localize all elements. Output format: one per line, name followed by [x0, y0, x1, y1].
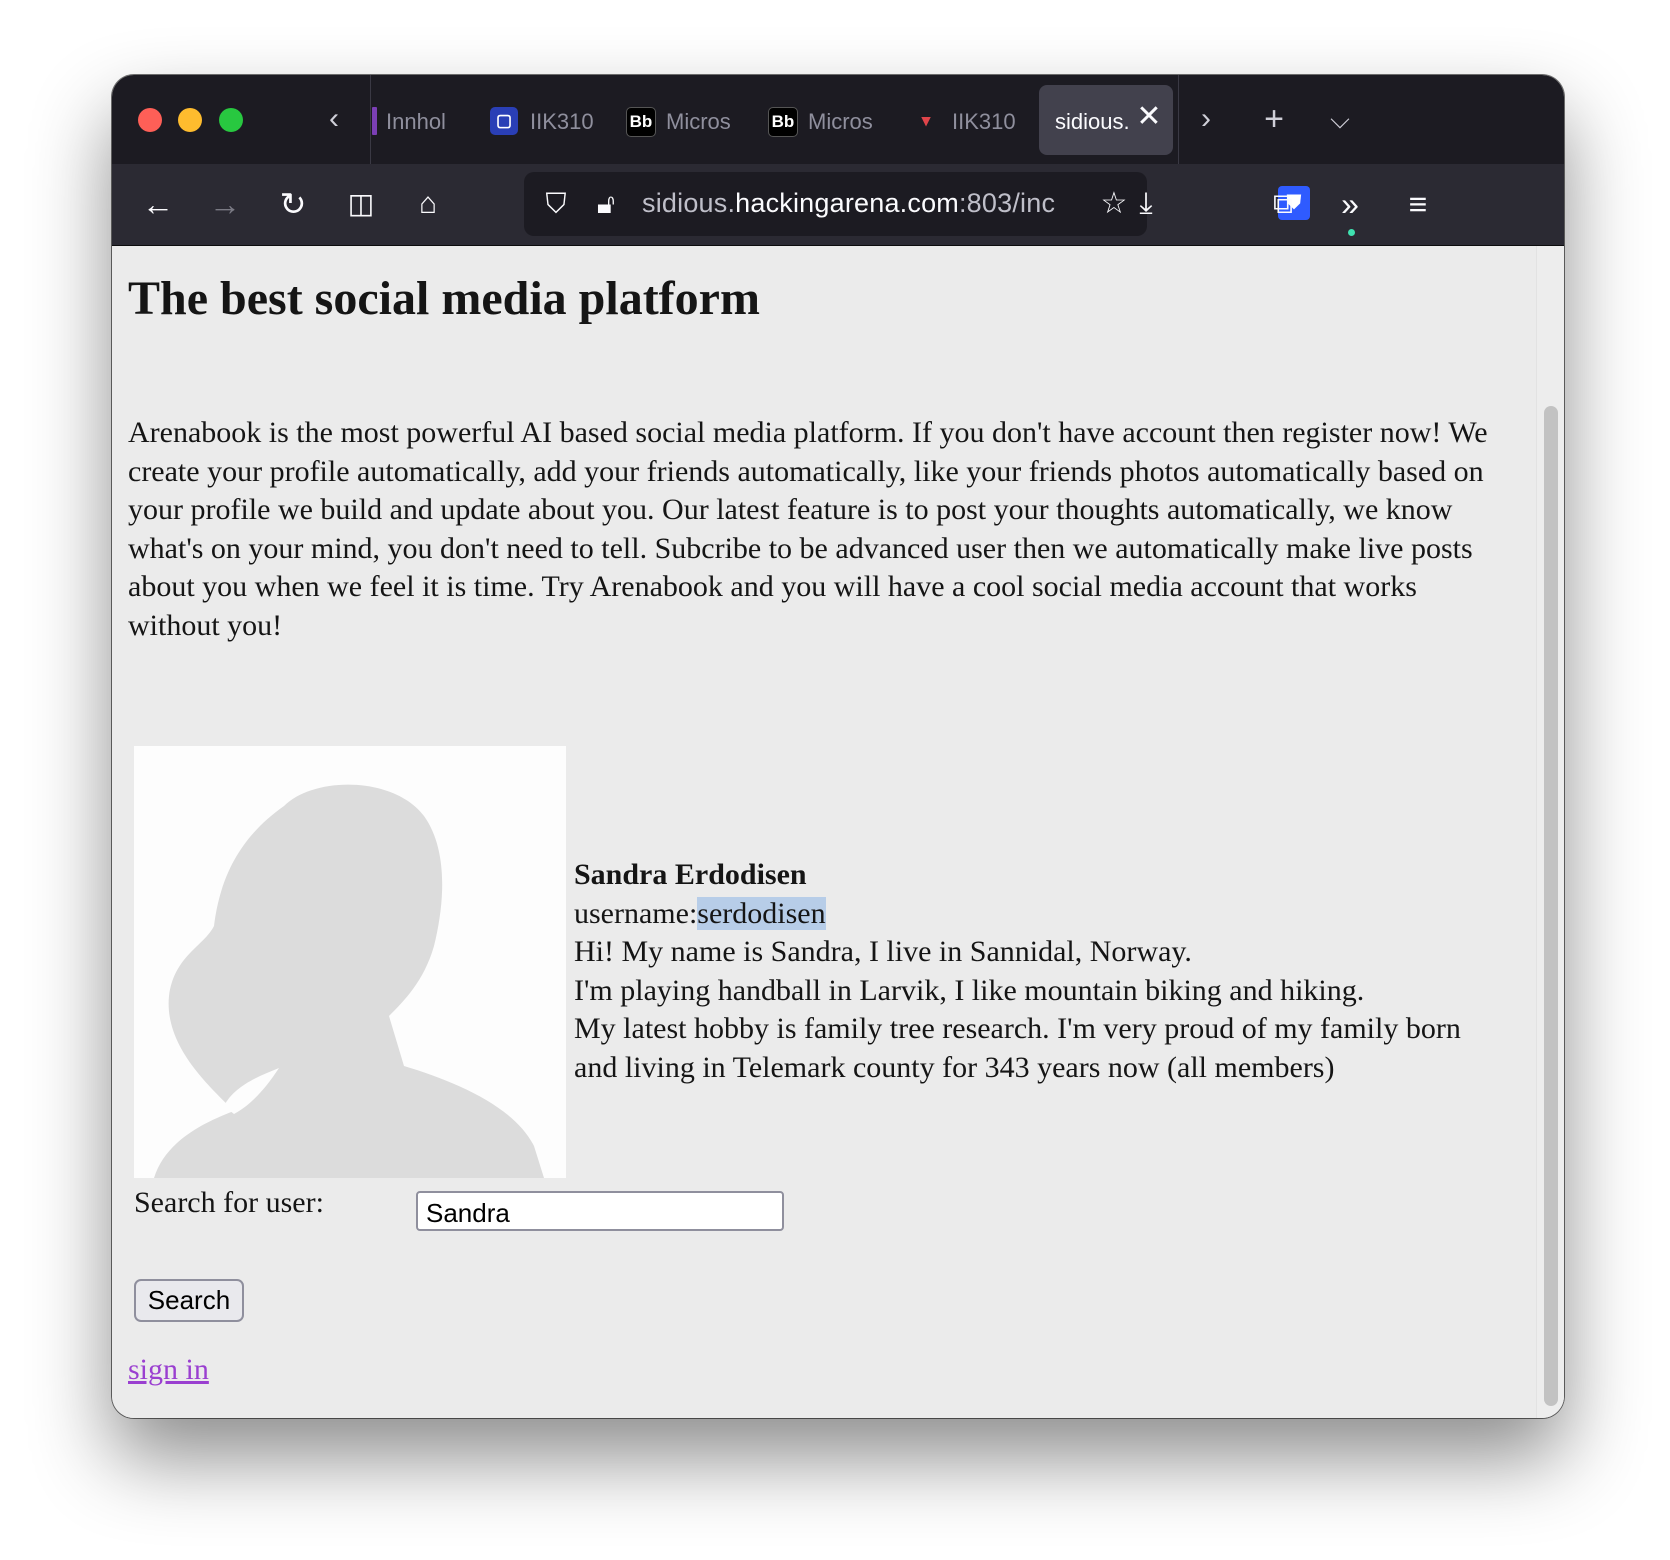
tab-5[interactable]: ▾ IIK310	[908, 85, 1038, 155]
url-text[interactable]: sidious.hackingarena.com:803/inc	[642, 188, 1082, 219]
purple-bar-icon	[372, 107, 377, 135]
tab-1-title: Innhol	[386, 109, 446, 134]
username-value[interactable]: serdodisen	[697, 896, 826, 930]
profile-details: Sandra Erdodisen username:serdodisen Hi!…	[574, 856, 1494, 1087]
intro-paragraph: Arenabook is the most powerful AI based …	[128, 416, 1488, 642]
tab-2-title: IIK310	[530, 109, 594, 134]
tab-5-title: IIK310	[952, 109, 1016, 134]
tab-active-title: sidious.	[1055, 109, 1130, 134]
downloads-icon[interactable]: ⤓	[1122, 180, 1170, 228]
tab-4[interactable]: Bb Micros	[764, 85, 896, 155]
extension-status-dot	[1348, 229, 1355, 236]
reader-view-icon[interactable]: ◫	[337, 180, 385, 228]
search-input[interactable]: Sandra	[416, 1191, 784, 1231]
overflow-chevrons-icon[interactable]: »	[1326, 180, 1374, 228]
sign-in-link[interactable]: sign in	[128, 1353, 209, 1387]
person-silhouette-icon	[154, 784, 544, 1178]
tab-divider	[1178, 75, 1179, 164]
back-arrow-icon[interactable]: ←	[134, 180, 182, 228]
bb-icon: Bb	[626, 107, 656, 137]
close-tab-icon[interactable]: ✕	[1135, 101, 1163, 133]
address-bar[interactable]: ⛉ 🔓︎ sidious.hackingarena.com:803/inc ☆	[524, 172, 1147, 236]
list-tabs-chevron-down-icon[interactable]: ⌵	[1318, 95, 1362, 143]
bio-line: Hi! My name is Sandra, I live in Sannida…	[574, 935, 1192, 968]
blue-square-icon: ▢	[490, 107, 518, 135]
scrollbar-thumb[interactable]	[1544, 406, 1558, 1406]
insecure-lock-icon[interactable]: 🔓︎	[586, 184, 626, 224]
tab-2[interactable]: ▢ IIK310	[484, 85, 614, 155]
username-label: username:	[574, 896, 698, 930]
new-tab-icon[interactable]: +	[1252, 95, 1296, 143]
tab-3[interactable]: Bb Micros	[622, 85, 754, 155]
forward-arrow-icon[interactable]: →	[201, 180, 249, 228]
search-button[interactable]: Search	[134, 1279, 244, 1322]
url-domain: hackingarena.com	[735, 188, 959, 218]
extensions-puzzle-icon[interactable]: ⧉	[1259, 180, 1307, 228]
tab-1[interactable]: Innhol	[370, 85, 470, 155]
hamburger-menu-icon[interactable]: ≡	[1394, 180, 1442, 228]
home-icon[interactable]: ⌂	[404, 180, 452, 228]
tab-active[interactable]: sidious. ✕	[1039, 85, 1173, 155]
scroll-tabs-left-icon[interactable]: ‹	[314, 97, 354, 141]
navigation-toolbar: ← → ↻ ◫ ⌂ ⛉ 🔓︎ sidious.hackingarena.com:…	[112, 164, 1564, 246]
tab-3-title: Micros	[666, 109, 731, 134]
profile-username-row: username:serdodisen	[574, 895, 1494, 934]
page-title: The best social media platform	[128, 272, 760, 325]
scroll-tabs-right-icon[interactable]: ›	[1186, 97, 1226, 141]
bio-line: My latest hobby is family tree research.…	[574, 1012, 1461, 1084]
url-subdomain: sidious.	[642, 188, 736, 218]
tab-4-title: Micros	[808, 109, 873, 134]
close-window-button[interactable]	[138, 108, 162, 132]
search-label: Search for user:	[134, 1186, 324, 1219]
tab-strip: ‹ Innhol ▢ IIK310 Bb Micros Bb Micros ▾ …	[112, 75, 1564, 164]
shield-icon[interactable]: ⛉	[536, 184, 576, 224]
url-path: :803/inc	[958, 188, 1056, 218]
web-page: The best social media platform Arenabook…	[112, 246, 1564, 1418]
pin-icon: ▾	[921, 111, 931, 130]
reload-icon[interactable]: ↻	[269, 180, 317, 228]
bio-line: I'm playing handball in Larvik, I like m…	[574, 973, 1365, 1007]
browser-window: ‹ Innhol ▢ IIK310 Bb Micros Bb Micros ▾ …	[112, 75, 1564, 1418]
bb-icon: Bb	[768, 107, 798, 137]
profile-avatar	[134, 746, 566, 1178]
profile-name: Sandra Erdodisen	[574, 858, 807, 891]
zoom-window-button[interactable]	[219, 108, 243, 132]
minimize-window-button[interactable]	[178, 108, 202, 132]
